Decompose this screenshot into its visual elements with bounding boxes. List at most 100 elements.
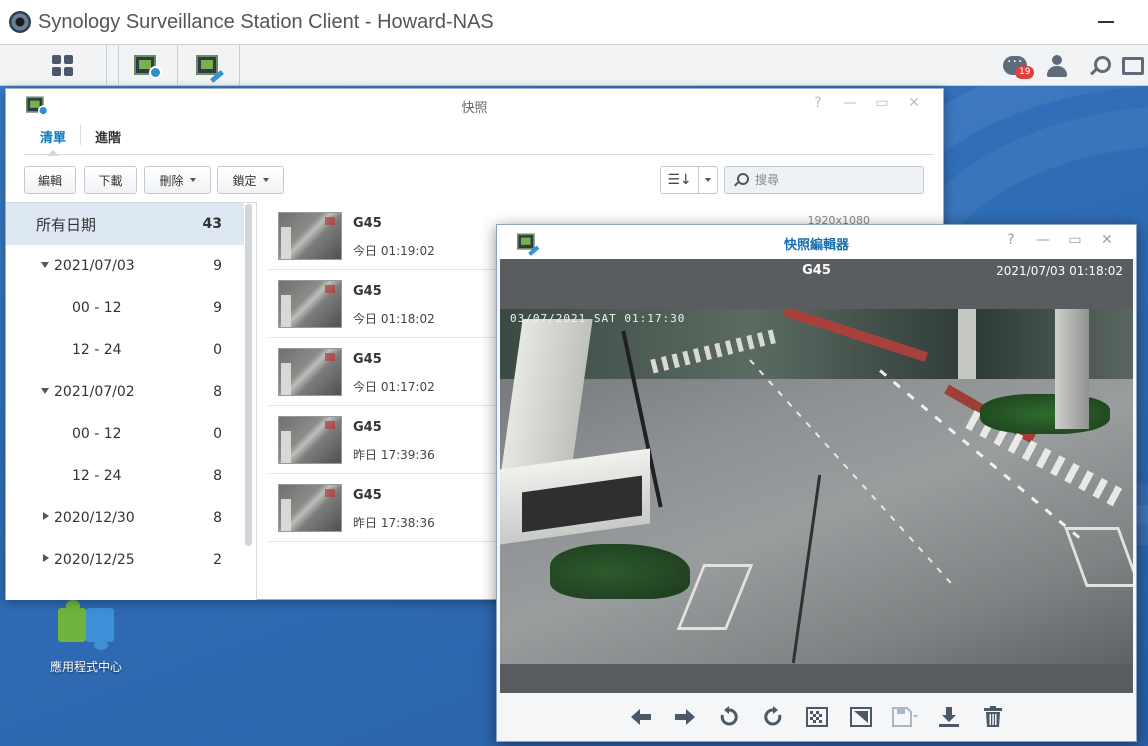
minimize-icon[interactable] xyxy=(1098,21,1114,23)
delete-button[interactable]: 刪除 xyxy=(144,166,211,194)
edit-button[interactable]: 編輯 xyxy=(24,166,76,194)
rotate-right-icon[interactable] xyxy=(760,704,786,730)
tab-advanced[interactable]: 進階 xyxy=(81,123,135,155)
main-menu-button[interactable] xyxy=(18,45,107,86)
crop-icon[interactable] xyxy=(848,704,874,730)
caret-right-icon[interactable] xyxy=(43,512,49,520)
maximize-icon[interactable]: ▭ xyxy=(1066,232,1084,248)
editor-timestamp: 2021/07/03 01:18:02 xyxy=(996,264,1123,278)
close-icon[interactable]: ✕ xyxy=(905,95,923,111)
date-filter-count: 9 xyxy=(213,300,222,316)
notifications-button[interactable]: 19 xyxy=(995,45,1035,86)
editor-window-controls: ? — ▭ ✕ xyxy=(1002,232,1116,248)
date-filter-count: 8 xyxy=(213,468,222,484)
date-filter-label: 2020/12/30 xyxy=(54,510,135,526)
date-filter-panel: 所有日期 43 2021/07/03 9 00 - 12 9 12 - 24 0 2021/07… xyxy=(6,202,256,600)
app-title: Synology Surveillance Station Client - H… xyxy=(38,10,494,33)
next-arrow-icon[interactable] xyxy=(672,704,698,730)
editor-canvas: 03/07/2021 SAT 01:17:30 xyxy=(500,283,1133,693)
caret-down-icon[interactable] xyxy=(41,262,49,268)
snapshot-thumbnail[interactable] xyxy=(278,348,342,396)
date-filter-count: 0 xyxy=(213,342,222,358)
close-icon[interactable]: ✕ xyxy=(1098,232,1116,248)
widgets-button[interactable] xyxy=(1122,45,1148,86)
tab-list[interactable]: 清單 xyxy=(26,123,80,155)
date-filter-label: 2021/07/03 xyxy=(54,258,135,274)
previous-arrow-icon[interactable] xyxy=(628,704,654,730)
app-center-label: 應用程式中心 xyxy=(49,660,122,674)
snapshot-camera-name: G45 xyxy=(353,420,382,435)
widget-icon xyxy=(1122,56,1144,75)
snapshot-tabs: 清單 進階 xyxy=(26,123,135,155)
sort-icon: ☰↓ xyxy=(661,167,699,193)
snapshot-editor-window: 快照編輯器 ? — ▭ ✕ G45 2021/07/03 01:18:02 03… xyxy=(496,224,1137,742)
date-filter-item[interactable]: 12 - 24 8 xyxy=(6,455,244,497)
date-filter-item[interactable]: 所有日期 43 xyxy=(6,203,244,245)
snapshot-thumbnail[interactable] xyxy=(278,212,342,260)
search-input[interactable] xyxy=(755,173,915,187)
date-filter-label: 00 - 12 xyxy=(72,300,122,316)
snapshot-thumbnail[interactable] xyxy=(278,416,342,464)
date-filter-label: 00 - 12 xyxy=(72,426,122,442)
trash-icon[interactable] xyxy=(980,704,1006,730)
camera-osd-text: 03/07/2021 SAT 01:17:30 xyxy=(510,312,686,325)
date-filter-item[interactable]: 2021/07/02 8 xyxy=(6,371,244,413)
date-panel-scrollbar[interactable] xyxy=(245,204,252,546)
lock-button[interactable]: 鎖定 xyxy=(217,166,284,194)
maximize-icon[interactable]: ▭ xyxy=(873,95,891,111)
download-icon[interactable] xyxy=(936,704,962,730)
snapshot-camera-name: G45 xyxy=(353,488,382,503)
help-icon[interactable]: ? xyxy=(809,95,827,111)
snapshot-time: 今日 01:19:02 xyxy=(353,244,435,258)
notification-badge: 19 xyxy=(1015,66,1035,79)
help-icon[interactable]: ? xyxy=(1002,232,1020,248)
editor-header: 快照編輯器 ? — ▭ ✕ xyxy=(497,225,1136,259)
user-button[interactable] xyxy=(1037,45,1077,86)
date-filter-count: 8 xyxy=(213,384,222,400)
snapshot-camera-name: G45 xyxy=(353,284,382,299)
snapshot-time: 昨日 17:39:36 xyxy=(353,448,435,462)
delete-button-label: 刪除 xyxy=(159,173,184,188)
snapshot-icon xyxy=(134,53,162,79)
snapshot-thumbnail[interactable] xyxy=(278,484,342,532)
date-filter-item[interactable]: 2020/12/25 2 xyxy=(6,539,244,581)
taskbar-snapshot-button[interactable] xyxy=(118,45,178,86)
snapshot-editor-icon xyxy=(195,53,224,83)
snapshot-window-title: 快照 xyxy=(461,101,488,116)
taskbar-snapshot-editor-button[interactable] xyxy=(180,45,240,86)
date-filter-label: 2020/12/25 xyxy=(54,552,135,568)
search-button[interactable] xyxy=(1080,45,1120,86)
app-center-shortcut[interactable]: 應用程式中心 xyxy=(44,600,128,675)
chevron-down-icon xyxy=(705,178,711,182)
sort-button[interactable]: ☰↓ xyxy=(660,166,718,194)
minimize-window-icon[interactable]: — xyxy=(1034,232,1052,248)
date-filter-item[interactable]: 2021/07/03 9 xyxy=(6,245,244,287)
download-button[interactable]: 下載 xyxy=(84,166,137,194)
panel-divider xyxy=(256,202,257,600)
sort-dropdown[interactable] xyxy=(699,167,717,193)
caret-right-icon[interactable] xyxy=(43,554,49,562)
minimize-window-icon[interactable]: — xyxy=(841,95,859,111)
editor-info-bar: G45 2021/07/03 01:18:02 xyxy=(500,259,1133,283)
date-filter-count: 0 xyxy=(213,426,222,442)
date-filter-label: 所有日期 xyxy=(36,215,97,234)
search-field[interactable] xyxy=(724,166,924,194)
date-filter-item[interactable]: 00 - 12 0 xyxy=(6,413,244,455)
date-filter-count: 43 xyxy=(202,216,222,232)
date-filter-label: 2021/07/02 xyxy=(54,384,135,400)
caret-down-icon[interactable] xyxy=(41,388,49,394)
snapshot-thumbnail[interactable] xyxy=(278,280,342,328)
date-filter-item[interactable]: 12 - 24 0 xyxy=(6,329,244,371)
date-filter-count: 9 xyxy=(213,258,222,274)
date-filter-count: 8 xyxy=(213,510,222,526)
app-titlebar: Synology Surveillance Station Client - H… xyxy=(0,0,1148,45)
surveillance-app-icon xyxy=(9,11,31,33)
snapshot-window-header: 快照 ? — ▭ ✕ xyxy=(6,89,943,121)
date-filter-item[interactable]: 2020/12/30 8 xyxy=(6,497,244,539)
rotate-left-icon[interactable] xyxy=(716,704,742,730)
date-filter-item[interactable]: 00 - 12 9 xyxy=(6,287,244,329)
mosaic-icon[interactable] xyxy=(804,704,830,730)
snapshot-time: 今日 01:17:02 xyxy=(353,380,435,394)
chevron-down-icon xyxy=(262,178,269,182)
snapshot-time: 昨日 17:38:36 xyxy=(353,516,435,530)
